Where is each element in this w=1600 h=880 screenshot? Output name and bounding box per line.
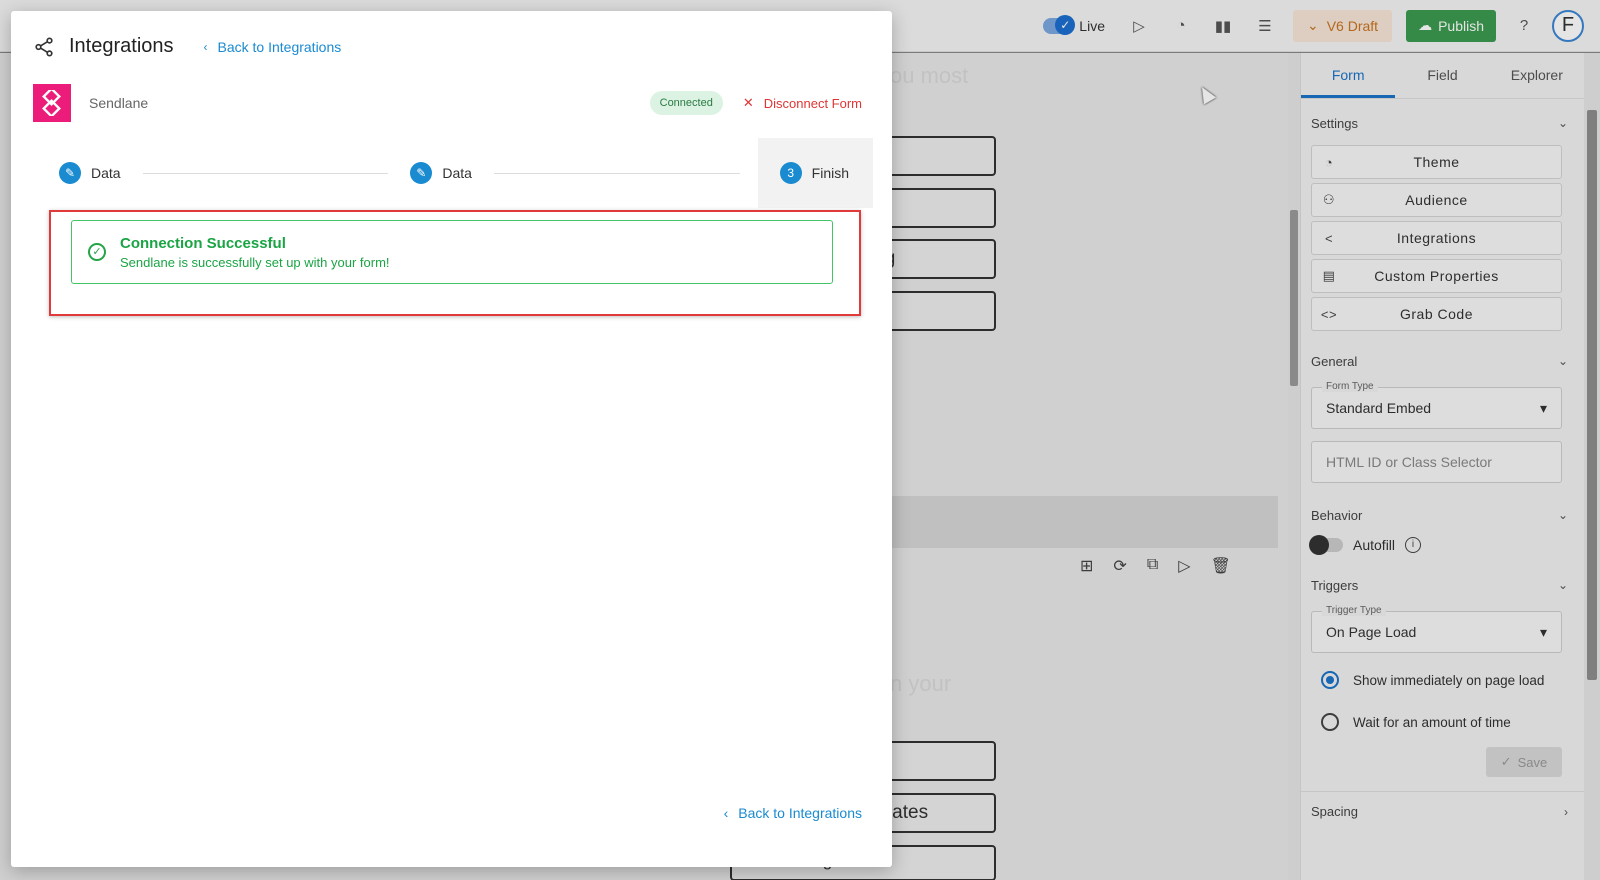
disconnect-form-button[interactable]: ✕ Disconnect Form: [743, 95, 862, 111]
step-label: Data: [91, 165, 121, 181]
bottom-back-to-integrations-link[interactable]: ‹ Back to Integrations: [724, 805, 862, 821]
step-1[interactable]: ✎ Data: [55, 162, 125, 184]
close-icon: ✕: [742, 95, 754, 110]
provider-name: Sendlane: [89, 95, 149, 111]
success-title: Connection Successful: [120, 234, 286, 252]
sendlane-logo: [33, 84, 71, 122]
modal-header: Integrations ‹ Back to Integrations: [33, 35, 341, 58]
back-link-label: Back to Integrations: [217, 38, 342, 55]
step-number: 3: [779, 162, 802, 184]
provider-row: Sendlane Connected ✕ Disconnect Form: [33, 84, 862, 122]
step-connector: [493, 172, 740, 174]
back-to-integrations-link[interactable]: ‹ Back to Integrations: [204, 39, 342, 55]
pencil-icon: ✎: [410, 162, 433, 184]
step-label: Finish: [811, 165, 850, 181]
pencil-icon: ✎: [59, 162, 81, 184]
share-icon: [35, 36, 53, 57]
success-alert: ✓ Connection Successful Sendlane is succ…: [71, 220, 833, 284]
chevron-left-icon: ‹: [723, 805, 729, 821]
chevron-left-icon: ‹: [203, 39, 208, 54]
success-text: Connection Successful Sendlane is succes…: [120, 235, 390, 270]
bottom-back-label: Back to Integrations: [738, 805, 862, 821]
success-message: Sendlane is successfully set up with you…: [120, 254, 390, 270]
check-circle-icon: ✓: [88, 243, 106, 261]
integration-stepper: ✎ Data ✎ Data 3 Finish: [55, 138, 874, 208]
modal-title: Integrations: [69, 35, 174, 57]
integrations-modal: Integrations ‹ Back to Integrations Send…: [11, 11, 892, 867]
sendlane-logo-mark: [42, 90, 61, 116]
step-connector: [142, 172, 389, 174]
step-2[interactable]: ✎ Data: [406, 162, 476, 184]
step-label: Data: [442, 165, 472, 181]
step-3[interactable]: 3 Finish: [757, 138, 874, 208]
disconnect-label: Disconnect Form: [763, 95, 862, 111]
status-badge: Connected: [649, 91, 723, 115]
